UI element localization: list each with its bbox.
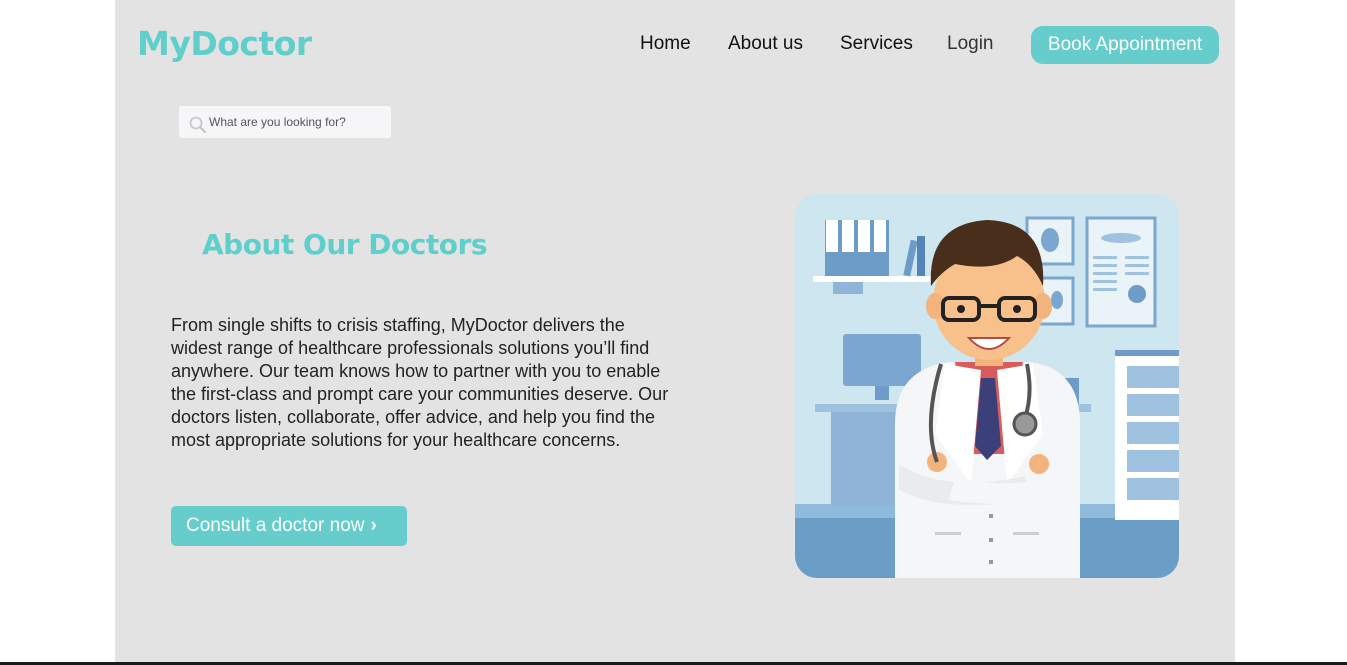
consult-doctor-button[interactable]: Consult a doctor now › <box>171 506 407 546</box>
about-heading: About Our Doctors <box>202 228 487 261</box>
search-icon <box>189 116 206 133</box>
chevron-right-icon: › <box>370 515 377 536</box>
consult-button-label: Consult a doctor now <box>186 515 365 536</box>
book-appointment-button[interactable]: Book Appointment <box>1031 26 1219 64</box>
nav-login[interactable]: Login <box>947 33 994 55</box>
main-nav: Home About us Services Login Book Appoin… <box>115 26 1235 64</box>
doctor-illustration <box>795 194 1179 578</box>
page-container: MyDoctor Home About us Services Login Bo… <box>115 0 1235 662</box>
nav-about-us[interactable]: About us <box>728 33 803 55</box>
nav-home[interactable]: Home <box>640 33 691 55</box>
search-input[interactable] <box>209 106 387 138</box>
about-description: From single shifts to crisis staffing, M… <box>171 315 669 450</box>
search-bar <box>179 106 391 138</box>
nav-services[interactable]: Services <box>840 33 913 55</box>
